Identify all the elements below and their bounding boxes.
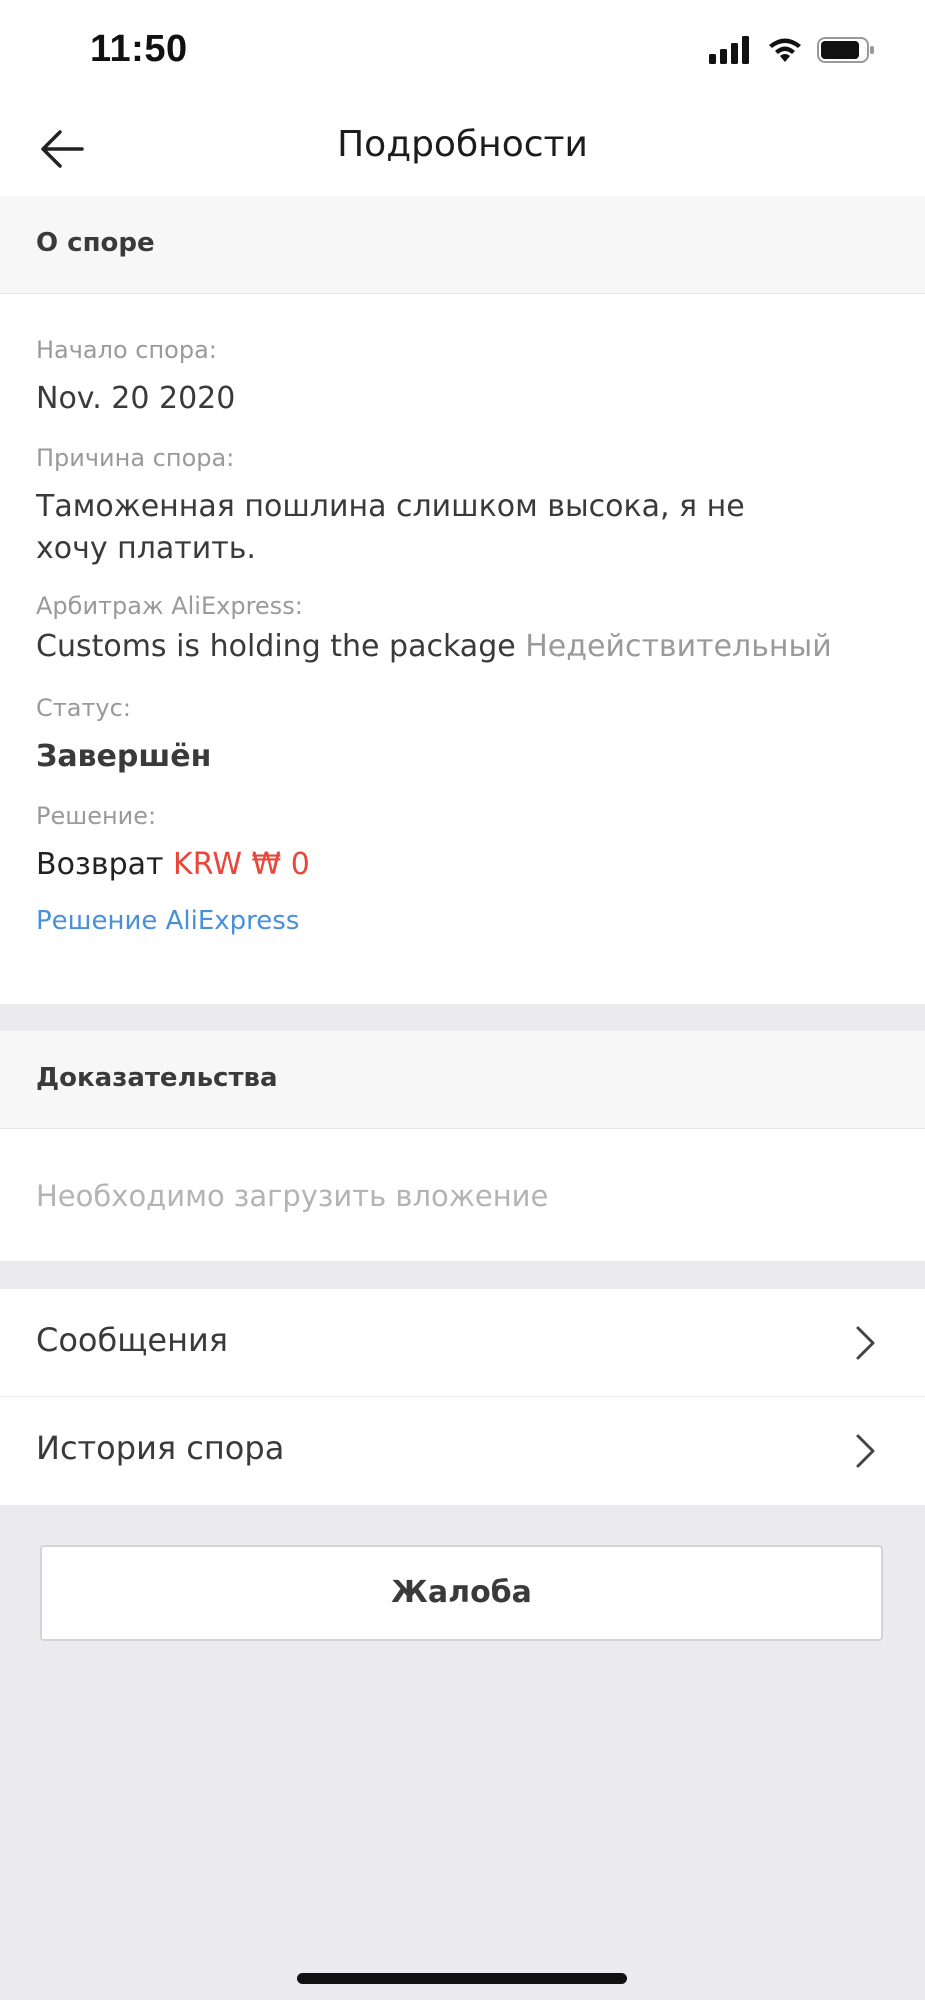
evidence-card: Необходимо загрузить вложение bbox=[0, 1129, 925, 1261]
arbitration-value: Customs is holding the package Недействи… bbox=[36, 626, 832, 668]
solution-value: Возврат KRW ₩ 0 bbox=[36, 844, 310, 886]
cellular-signal-icon bbox=[709, 36, 749, 64]
status-time: 11:50 bbox=[90, 28, 188, 70]
battery-icon bbox=[817, 37, 874, 63]
dispute-reason-line-1: Таможенная пошлина слишком высока, я не bbox=[36, 489, 745, 524]
status-label: Статус: bbox=[36, 694, 131, 722]
evidence-section-title: Доказательства bbox=[36, 1063, 278, 1093]
evidence-placeholder: Необходимо загрузить вложение bbox=[36, 1179, 549, 1213]
dispute-reason-value: Таможенная пошлина слишком высока, я не … bbox=[36, 486, 745, 570]
arbitration-reason: Customs is holding the package bbox=[36, 629, 516, 664]
dispute-history-label: История спора bbox=[36, 1429, 285, 1467]
status-value: Завершён bbox=[36, 739, 212, 774]
page-title: Подробности bbox=[337, 124, 588, 165]
arbitration-status: Недействительный bbox=[525, 629, 832, 664]
chevron-right-icon bbox=[856, 1434, 875, 1468]
messages-row[interactable]: Сообщения bbox=[0, 1289, 925, 1397]
solution-label: Решение: bbox=[36, 802, 157, 830]
refund-word: Возврат bbox=[36, 847, 164, 882]
dispute-start-label: Начало спора: bbox=[36, 336, 217, 364]
arbitration-label: Арбитраж AliExpress: bbox=[36, 592, 303, 620]
wifi-icon bbox=[769, 38, 801, 62]
chevron-right-icon bbox=[856, 1326, 875, 1360]
dispute-reason-label: Причина спора: bbox=[36, 444, 235, 472]
navigation-bar: Подробности bbox=[0, 100, 925, 196]
dispute-reason-line-2: хочу платить. bbox=[36, 531, 256, 566]
status-icons bbox=[709, 36, 875, 64]
home-indicator[interactable] bbox=[297, 1973, 627, 1984]
complaint-button[interactable]: Жалоба bbox=[40, 1545, 883, 1641]
dispute-start-value: Nov. 20 2020 bbox=[36, 381, 236, 416]
dispute-history-row[interactable]: История спора bbox=[0, 1397, 925, 1505]
dispute-section-title: О споре bbox=[36, 228, 155, 258]
status-bar: 11:50 bbox=[0, 0, 925, 100]
messages-label: Сообщения bbox=[36, 1321, 229, 1359]
aliexpress-solution-link[interactable]: Решение AliExpress bbox=[36, 906, 299, 936]
evidence-section-header: Доказательства bbox=[0, 1031, 925, 1129]
refund-amount: KRW ₩ 0 bbox=[173, 847, 310, 882]
dispute-details-card: Начало спора: Nov. 20 2020 Причина спора… bbox=[0, 294, 925, 1004]
dispute-section-header: О споре bbox=[0, 196, 925, 294]
